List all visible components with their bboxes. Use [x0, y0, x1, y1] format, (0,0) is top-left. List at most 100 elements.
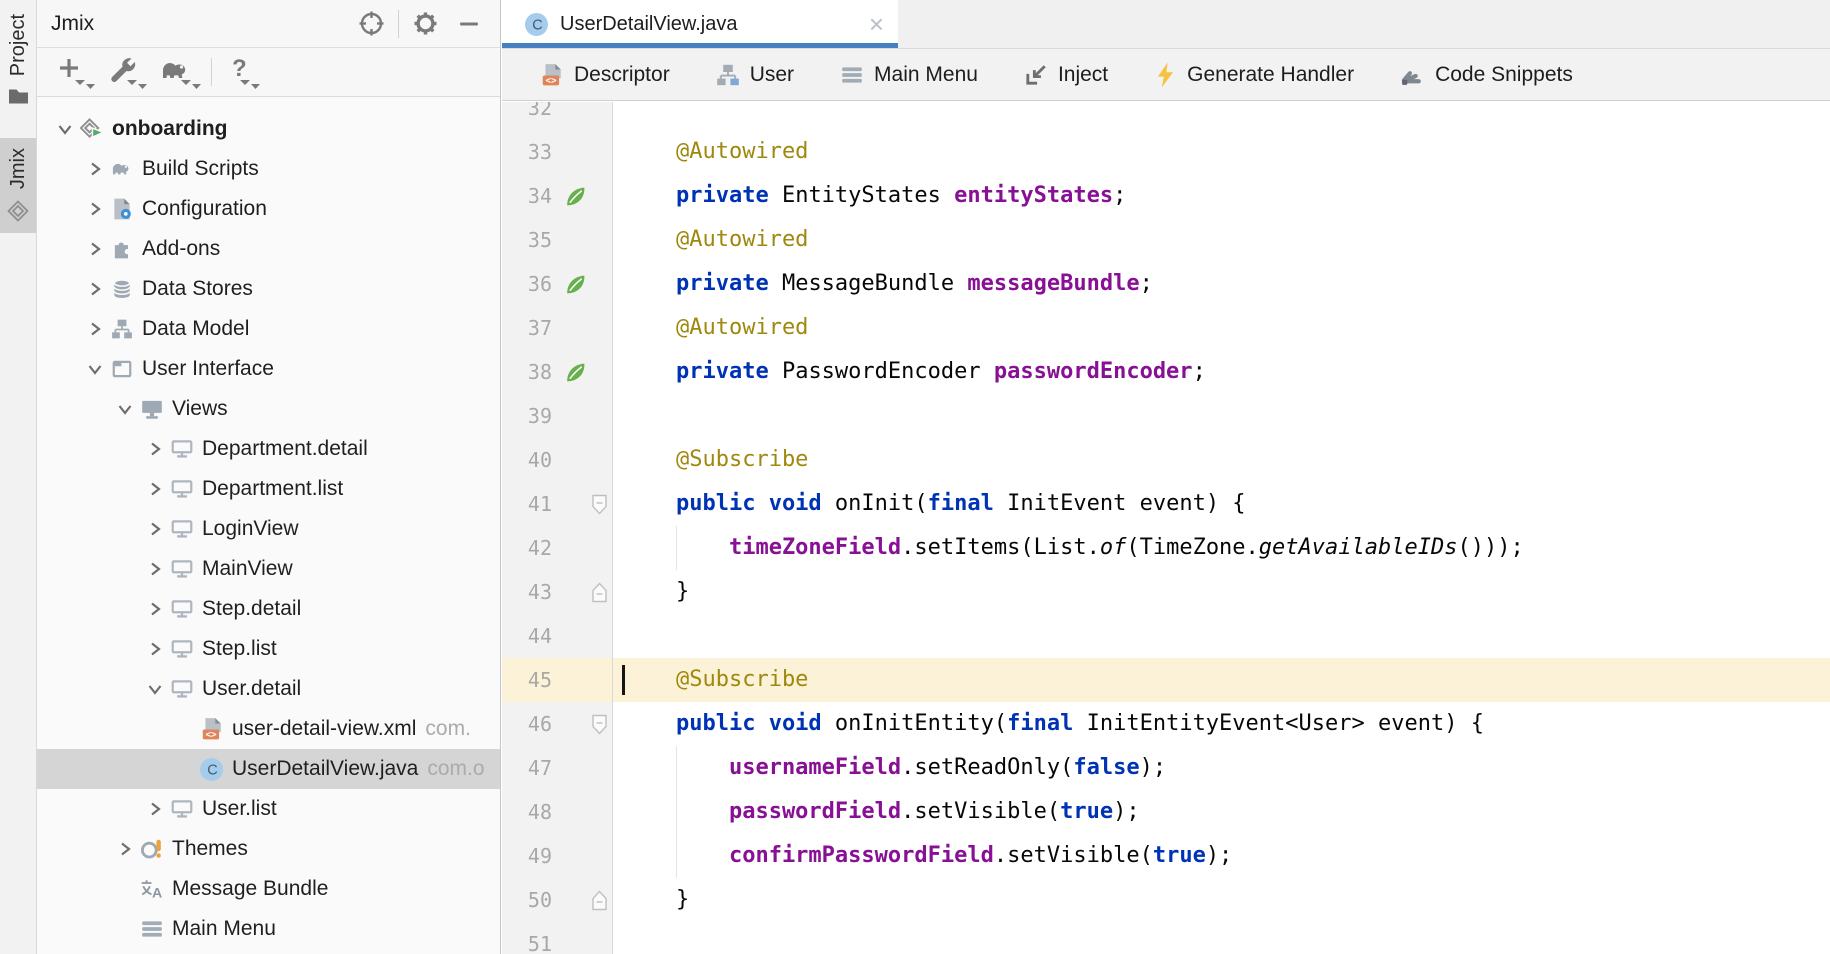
tree-item-onboarding[interactable]: onboarding	[37, 109, 500, 149]
code-text[interactable]: public void onInitEntity(final InitEntit…	[613, 702, 1830, 746]
code-text[interactable]	[613, 102, 1830, 130]
tree-item-user-detail-view-xml[interactable]: <>user-detail-view.xmlcom.	[37, 709, 500, 749]
gutter[interactable]: 49	[502, 834, 613, 878]
target-icon[interactable]	[349, 6, 394, 41]
code-text[interactable]: usernameField.setReadOnly(false);	[613, 746, 1830, 790]
gutter[interactable]: 48	[502, 790, 613, 834]
gutter[interactable]: 38	[502, 350, 613, 394]
code-text[interactable]: timeZoneField.setItems(List.of(TimeZone.…	[613, 526, 1830, 570]
code-line-44[interactable]: 44	[502, 614, 1830, 658]
gutter[interactable]: 51	[502, 922, 613, 954]
chevron-right-icon[interactable]	[141, 560, 169, 578]
chevron-right-icon[interactable]	[81, 240, 109, 258]
tree-item-views[interactable]: Views	[37, 389, 500, 429]
code-editor[interactable]: 3233 @Autowired34 private EntityStates e…	[502, 102, 1830, 954]
toolbar-button-generate-handler[interactable]: Generate Handler	[1154, 62, 1354, 88]
close-tab-icon[interactable]: ×	[869, 14, 884, 34]
tree-item-add-ons[interactable]: Add-ons	[37, 229, 500, 269]
tree-item-message-bundle[interactable]: AMessage Bundle	[37, 869, 500, 909]
tree-item-main-menu[interactable]: Main Menu	[37, 909, 500, 949]
gutter[interactable]: 37	[502, 306, 613, 350]
fold-down-icon[interactable]	[591, 494, 608, 515]
chevron-right-icon[interactable]	[81, 160, 109, 178]
code-line-45[interactable]: 45 @Subscribe	[502, 658, 1830, 702]
gutter[interactable]: 45	[502, 658, 613, 702]
toolbar-button-main-menu[interactable]: Main Menu	[840, 63, 978, 87]
code-text[interactable]: private EntityStates entityStates;	[613, 174, 1830, 218]
tree-item-mainview[interactable]: MainView	[37, 549, 500, 589]
settings-gear-icon[interactable]	[403, 6, 448, 41]
code-text[interactable]: passwordField.setVisible(true);	[613, 790, 1830, 834]
code-line-35[interactable]: 35 @Autowired	[502, 218, 1830, 262]
gutter[interactable]: 32	[502, 102, 613, 130]
code-line-49[interactable]: 49 confirmPasswordField.setVisible(true)…	[502, 834, 1830, 878]
code-line-48[interactable]: 48 passwordField.setVisible(true);	[502, 790, 1830, 834]
chevron-down-icon[interactable]	[111, 400, 139, 418]
chevron-down-icon[interactable]	[51, 120, 79, 138]
spring-bean-leaf-icon[interactable]	[564, 185, 587, 208]
gutter[interactable]: 39	[502, 394, 613, 438]
chevron-right-icon[interactable]	[81, 200, 109, 218]
chevron-down-icon[interactable]	[81, 360, 109, 378]
code-text[interactable]	[613, 614, 1830, 658]
gutter[interactable]: 33	[502, 130, 613, 174]
gutter[interactable]: 36	[502, 262, 613, 306]
gutter[interactable]: 35	[502, 218, 613, 262]
gradle-button[interactable]	[153, 52, 203, 92]
spring-bean-leaf-icon[interactable]	[564, 361, 587, 384]
code-text[interactable]: }	[613, 570, 1830, 614]
code-line-51[interactable]: 51	[502, 922, 1830, 954]
chevron-right-icon[interactable]	[81, 280, 109, 298]
help-button[interactable]: ?	[220, 52, 262, 92]
fold-up-icon[interactable]	[591, 582, 608, 603]
gutter[interactable]: 42	[502, 526, 613, 570]
gutter[interactable]: 41	[502, 482, 613, 526]
code-line-36[interactable]: 36 private MessageBundle messageBundle;	[502, 262, 1830, 306]
chevron-right-icon[interactable]	[141, 480, 169, 498]
code-line-32[interactable]: 32	[502, 102, 1830, 130]
gutter[interactable]: 47	[502, 746, 613, 790]
stripe-tab-project[interactable]: Project	[0, 4, 36, 116]
tree-item-loginview[interactable]: LoginView	[37, 509, 500, 549]
code-text[interactable]: private PasswordEncoder passwordEncoder;	[613, 350, 1830, 394]
fold-down-icon[interactable]	[591, 714, 608, 735]
chevron-down-icon[interactable]	[141, 680, 169, 698]
hide-tool-window-icon[interactable]	[448, 8, 490, 40]
code-text[interactable]: confirmPasswordField.setVisible(true);	[613, 834, 1830, 878]
toolbar-button-code-snippets[interactable]: Code Snippets	[1400, 63, 1573, 87]
code-text[interactable]: public void onInit(final InitEvent event…	[613, 482, 1830, 526]
chevron-right-icon[interactable]	[81, 320, 109, 338]
chevron-right-icon[interactable]	[141, 640, 169, 658]
spring-bean-leaf-icon[interactable]	[564, 273, 587, 296]
code-text[interactable]: private MessageBundle messageBundle;	[613, 262, 1830, 306]
tree-item-userdetailview-java[interactable]: CUserDetailView.javacom.o	[37, 749, 500, 789]
tree-item-department-detail[interactable]: Department.detail	[37, 429, 500, 469]
code-line-37[interactable]: 37 @Autowired	[502, 306, 1830, 350]
code-text[interactable]	[613, 394, 1830, 438]
tree-item-user-list[interactable]: User.list	[37, 789, 500, 829]
gutter[interactable]: 40	[502, 438, 613, 482]
add-button[interactable]	[51, 52, 97, 92]
stripe-tab-jmix[interactable]: Jmix	[0, 138, 36, 233]
chevron-right-icon[interactable]	[141, 440, 169, 458]
chevron-right-icon[interactable]	[141, 600, 169, 618]
code-line-39[interactable]: 39	[502, 394, 1830, 438]
tree-item-themes[interactable]: Themes	[37, 829, 500, 869]
gutter[interactable]: 44	[502, 614, 613, 658]
tree-item-data-model[interactable]: Data Model	[37, 309, 500, 349]
editor-tab-userdetailview[interactable]: C UserDetailView.java ×	[502, 0, 898, 48]
gutter[interactable]: 34	[502, 174, 613, 218]
tree-item-user-interface[interactable]: User Interface	[37, 349, 500, 389]
code-line-41[interactable]: 41 public void onInit(final InitEvent ev…	[502, 482, 1830, 526]
toolbar-button-user[interactable]: User	[716, 63, 794, 87]
code-line-43[interactable]: 43 }	[502, 570, 1830, 614]
code-line-50[interactable]: 50 }	[502, 878, 1830, 922]
tree-item-step-detail[interactable]: Step.detail	[37, 589, 500, 629]
chevron-right-icon[interactable]	[141, 520, 169, 538]
code-line-38[interactable]: 38 private PasswordEncoder passwordEncod…	[502, 350, 1830, 394]
tree-item-data-stores[interactable]: Data Stores	[37, 269, 500, 309]
tree-item-user-detail[interactable]: User.detail	[37, 669, 500, 709]
chevron-right-icon[interactable]	[111, 840, 139, 858]
code-text[interactable]: }	[613, 878, 1830, 922]
toolbar-button-inject[interactable]: Inject	[1024, 63, 1108, 87]
